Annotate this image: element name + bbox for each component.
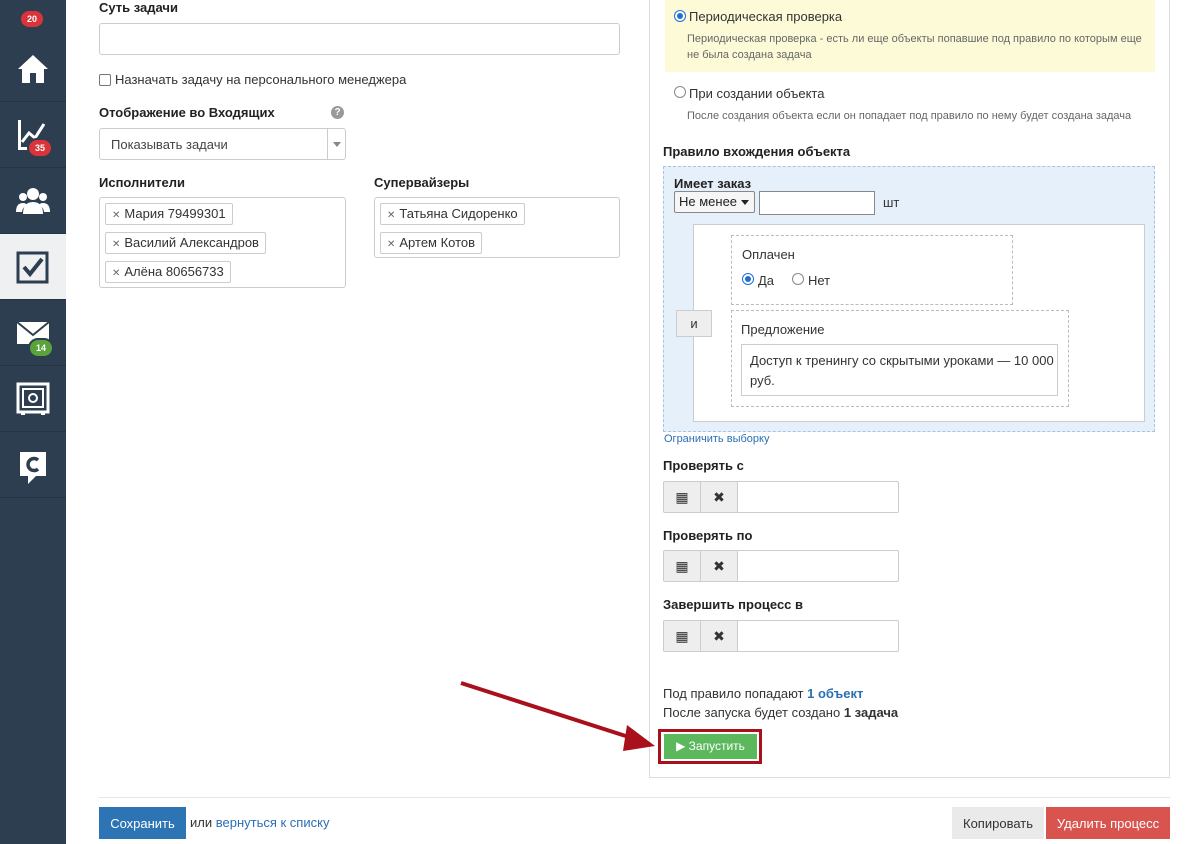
sidebar-item-mail[interactable]: 14 [0,300,66,366]
remove-icon[interactable]: ✕ [112,268,120,279]
logo-icon [20,452,46,484]
paid-condition [731,235,1013,305]
check-to-datepicker: ▦ ✖ [663,550,899,582]
periodic-radio[interactable] [674,10,686,22]
sidebar-item-safe[interactable] [0,366,66,432]
copy-button[interactable]: Копировать [952,807,1044,839]
remove-icon[interactable]: ✕ [112,239,120,250]
help-icon[interactable]: ? [331,106,344,119]
unit-label: шт [883,195,900,210]
on-create-desc: После создания объекта если он попадает … [687,110,1132,122]
supervisor-tag[interactable]: ✕ Татьяна Сидоренко [380,203,525,225]
paid-no-label: Нет [808,273,831,288]
paid-yes-radio[interactable] [742,273,754,285]
rule-title: Правило вхождения объекта [663,144,851,159]
tasks-icon [16,251,49,284]
remove-icon[interactable]: ✕ [387,210,395,221]
check-to-input[interactable] [739,551,897,581]
safe-icon [16,382,50,415]
periodic-desc-1: Периодическая проверка - есть ли еще объ… [687,33,1142,45]
sidebar-item-statistics[interactable]: 35 [0,102,66,168]
inbox-display-value: Показывать задачи [111,137,228,152]
offer-label: Предложение [741,322,825,337]
offer-field[interactable]: Доступ к тренингу со скрытыми уроками — … [741,344,1058,396]
calendar-icon[interactable]: ▦ [664,551,701,581]
executors-field[interactable]: ✕ Мария 79499301 ✕ Василий Александров ✕ Ал… [99,197,346,288]
finish-label: Завершить процесс в [663,597,804,612]
footer-or: или вернуться к списку [190,815,330,830]
finish-input[interactable] [739,621,897,651]
check-from-input[interactable] [739,482,897,512]
objects-summary: Под правило попадают 1 объект [663,686,864,701]
offer-value-2: руб. [750,373,775,388]
calendar-icon[interactable]: ▦ [664,621,701,651]
calendar-icon[interactable]: ▦ [664,482,701,512]
clear-icon[interactable]: ✖ [701,551,738,581]
assign-manager-label: Назначать задачу на персонального менедж… [115,72,407,87]
clear-icon[interactable]: ✖ [701,482,738,512]
executor-tag[interactable]: ✕ Мария 79499301 [105,203,233,225]
clear-icon[interactable]: ✖ [701,621,738,651]
sidebar: 20 35 14 [0,0,66,844]
supervisors-label: Супервайзеры [374,175,470,190]
and-button[interactable]: и [676,310,712,337]
executor-tag[interactable]: ✕ Василий Александров [105,232,266,254]
sidebar-item-tasks[interactable] [0,234,66,300]
chevron-down-icon [327,129,345,159]
back-to-list-link[interactable]: вернуться к списку [216,815,330,830]
limit-selection-link[interactable]: Ограничить выборку [664,433,769,445]
check-from-label: Проверять с [663,458,744,473]
users-icon [16,188,50,214]
on-create-radio[interactable] [674,86,686,98]
paid-yes-label: Да [758,273,775,288]
executor-tag[interactable]: ✕ Алёна 80656733 [105,261,231,283]
tasks-summary: После запуска будет создано 1 задача [663,705,899,720]
statistics-badge: 35 [27,138,54,158]
inbox-display-select[interactable]: Показывать задачи [99,128,346,160]
assign-manager-row[interactable]: Назначать задачу на персонального менедж… [99,72,406,87]
sidebar-item-users[interactable] [0,168,66,234]
save-button[interactable]: Сохранить [99,807,186,839]
annotation-arrow [460,681,655,751]
remove-icon[interactable]: ✕ [112,210,120,221]
paid-label: Оплачен [742,247,795,262]
run-button[interactable]: ▶ Запустить [664,734,757,759]
tasks-count: 1 задача [843,705,899,720]
finish-datepicker: ▦ ✖ [663,620,899,652]
footer-divider [99,797,1170,798]
delete-process-button[interactable]: Удалить процесс [1046,807,1170,839]
assign-manager-checkbox[interactable] [99,73,111,86]
notifications-badge: 20 [19,9,46,29]
on-create-label: При создании объекта [689,86,825,101]
mail-badge: 14 [28,338,55,358]
quantity-input[interactable] [759,191,875,215]
home-icon [18,55,48,83]
check-to-label: Проверять по [663,528,753,543]
supervisors-field[interactable]: ✕ Татьяна Сидоренко ✕ Артем Котов [374,197,620,258]
offer-value-1: Доступ к тренингу со скрытыми уроками — … [750,353,1054,368]
check-from-datepicker: ▦ ✖ [663,481,899,513]
sidebar-item-getcourse[interactable] [0,432,66,498]
has-order-label: Имеет заказ [674,176,752,191]
paid-no-radio[interactable] [792,273,804,285]
remove-icon[interactable]: ✕ [387,239,395,250]
inbox-label: Отображение во Входящих [99,105,275,120]
periodic-desc-2: не была создана задача [687,49,812,61]
task-input[interactable] [99,23,620,55]
periodic-label: Периодическая проверка [689,9,843,24]
objects-link[interactable]: 1 объект [807,686,863,701]
executors-label: Исполнители [99,175,185,190]
supervisor-tag[interactable]: ✕ Артем Котов [380,232,483,254]
task-label: Суть задачи [99,0,178,15]
compare-select[interactable]: Не менее [674,191,755,213]
sidebar-item-home[interactable] [0,36,66,102]
